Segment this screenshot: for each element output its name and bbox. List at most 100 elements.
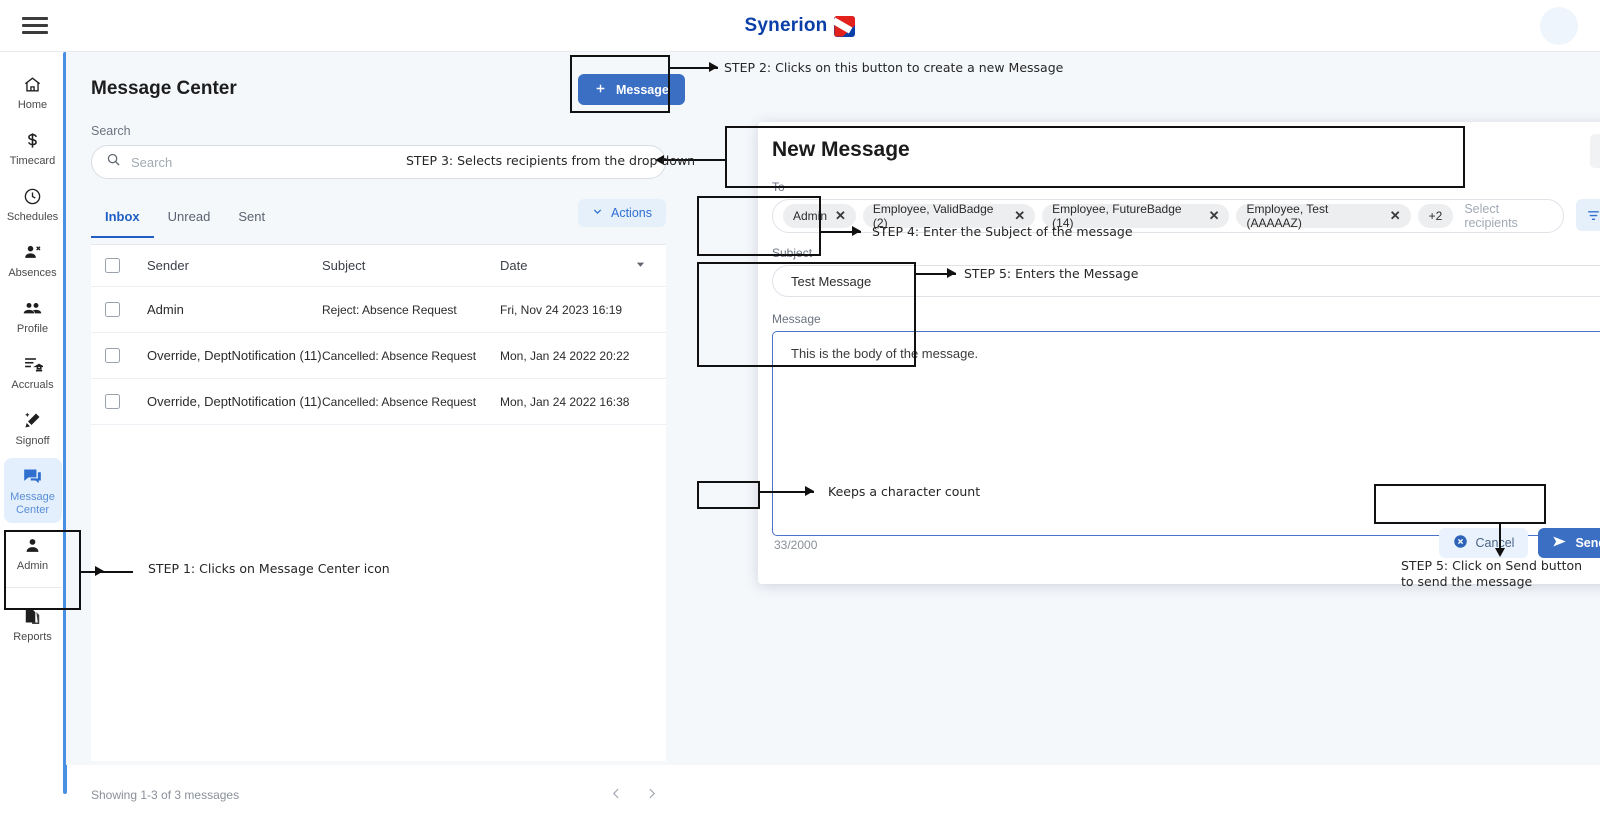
sidebar-item-schedules[interactable]: Schedules [4, 178, 62, 230]
annotation-step5-send-line2: to send the message [1401, 574, 1533, 589]
avatar[interactable] [1540, 7, 1578, 45]
cancel-button[interactable]: Cancel [1438, 528, 1529, 558]
table-row[interactable]: Override, DeptNotification (11) Cancelle… [91, 379, 666, 425]
sidebar-item-accruals[interactable]: Accruals [4, 346, 62, 398]
remove-recipient-icon[interactable]: ✕ [1390, 208, 1401, 224]
cell-sender: Admin [147, 302, 184, 317]
chevron-left-icon[interactable] [610, 787, 623, 803]
row-checkbox[interactable] [105, 348, 120, 363]
sidebar-item-label: Timecard [9, 155, 56, 167]
chat-bubbles-icon [6, 465, 60, 487]
column-header-sender[interactable]: Sender [147, 258, 322, 273]
message-label: Message [772, 312, 821, 326]
annotation-arrow-step1 [95, 566, 104, 576]
annotation-step4: STEP 4: Enter the Subject of the message [872, 224, 1133, 239]
message-field: Message This is the body of the message. [772, 312, 1600, 536]
chevron-right-icon[interactable] [645, 787, 658, 803]
brand-logo: Synerion [0, 0, 1600, 52]
messages-table: Sender Subject Date Admin Reject: Absenc… [91, 245, 666, 761]
table-header: Sender Subject Date [91, 245, 666, 287]
new-message-button[interactable]: Message [578, 74, 685, 105]
send-button[interactable]: Send [1538, 528, 1600, 558]
message-textarea[interactable]: This is the body of the message. [772, 331, 1600, 536]
circle-x-icon [1453, 534, 1468, 552]
synerion-mark-icon [834, 15, 856, 37]
pen-sparkle-icon [6, 409, 60, 431]
annotation-arrow-step5-message [947, 268, 956, 278]
sidebar-item-message-center[interactable]: Message Center [3, 458, 62, 523]
subject-input[interactable]: Test Message [772, 265, 1600, 297]
annotation-arrow-step5-send [1495, 548, 1505, 557]
sidebar-item-label: Accruals [11, 379, 54, 391]
cell-subject: Cancelled: Absence Request [322, 394, 477, 409]
sidebar-item-absences[interactable]: Absences [4, 234, 62, 286]
row-checkbox[interactable] [105, 302, 120, 317]
column-header-date[interactable]: Date [500, 258, 635, 273]
table-row[interactable]: Admin Reject: Absence Request Fri, Nov 2… [91, 287, 666, 333]
table-footer: Showing 1-3 of 3 messages [91, 775, 666, 815]
paper-plane-icon [1552, 534, 1567, 552]
annotation-step3: STEP 3: Selects recipients from the drop… [406, 153, 696, 168]
sidebar-divider [3, 587, 62, 588]
tab-sent[interactable]: Sent [224, 205, 279, 236]
subject-label: Subject [772, 246, 813, 260]
sidebar-item-signoff[interactable]: Signoff [4, 402, 62, 454]
sidebar-item-label: Signoff [15, 435, 50, 447]
close-icon[interactable] [1590, 134, 1600, 168]
select-all-checkbox[interactable] [105, 258, 120, 273]
brand-name: Synerion [744, 15, 828, 36]
recipient-chip[interactable]: Employee, Test (AAAAAZ) ✕ [1236, 202, 1411, 230]
sidebar-item-label: Admin [16, 560, 49, 572]
recipients-placeholder: Select recipients [1464, 202, 1518, 230]
sidebar-item-label: Reports [13, 631, 52, 643]
sidebar-item-label: Home [17, 99, 48, 111]
remove-recipient-icon[interactable]: ✕ [1209, 208, 1220, 224]
filter-icon[interactable] [1576, 199, 1600, 231]
cell-sender: Override, DeptNotification (11) [147, 394, 322, 409]
pagination-controls [610, 787, 658, 803]
annotation-arrow-step4 [852, 226, 861, 236]
recipients-overflow-chip[interactable]: +2 [1417, 204, 1454, 228]
sidebar-item-label: Profile [16, 323, 49, 335]
subject-field: Subject Test Message [772, 246, 1600, 297]
page-content: Message Center Search Search Inbox Unrea… [66, 52, 1600, 802]
annotation-line-step1 [81, 571, 133, 574]
people-icon [6, 297, 60, 319]
actions-button[interactable]: Actions [578, 199, 666, 227]
tab-unread[interactable]: Unread [154, 205, 225, 236]
cell-date: Mon, Jan 24 2022 20:22 [500, 348, 630, 363]
sidebar-item-admin[interactable]: Admin [4, 527, 62, 579]
sidebar-item-profile[interactable]: Profile [4, 290, 62, 342]
remove-recipient-icon[interactable]: ✕ [1014, 208, 1025, 224]
recipient-chip[interactable]: Admin ✕ [783, 204, 856, 228]
sidebar-item-home[interactable]: Home [4, 66, 62, 118]
table-row[interactable]: Override, DeptNotification (11) Cancelle… [91, 333, 666, 379]
actions-label: Actions [611, 206, 652, 220]
plus-icon [594, 82, 607, 98]
top-bar: Synerion [0, 0, 1600, 52]
sidebar-item-label: Schedules [6, 211, 59, 223]
sidebar-item-reports[interactable]: Reports [4, 598, 62, 650]
dialog-actions: Cancel Send [1438, 528, 1600, 558]
person-remove-icon [6, 241, 60, 263]
sort-descending-icon[interactable] [635, 257, 646, 275]
remove-recipient-icon[interactable]: ✕ [835, 208, 846, 224]
annotation-arrow-charcount [805, 486, 814, 496]
annotation-step2: STEP 2: Clicks on this button to create … [724, 60, 1064, 75]
new-message-label: Message [616, 82, 669, 97]
column-header-subject[interactable]: Subject [322, 258, 500, 273]
annotation-arrow-step2 [709, 62, 718, 72]
sidebar-item-label: Absences [8, 267, 57, 279]
sidebar-item-timecard[interactable]: Timecard [4, 122, 62, 174]
hamburger-icon[interactable] [22, 13, 48, 38]
annotation-step5-message: STEP 5: Enters the Message [964, 266, 1139, 281]
list-bank-icon [6, 353, 60, 375]
recipient-name: Employee, Test (AAAAAZ) [1246, 202, 1329, 230]
row-checkbox[interactable] [105, 394, 120, 409]
tab-inbox[interactable]: Inbox [91, 205, 154, 238]
document-copy-icon [6, 605, 60, 627]
sidebar: Home Timecard Schedules Absences Profile… [0, 52, 67, 794]
send-label: Send [1575, 536, 1600, 550]
to-label: To [772, 180, 785, 194]
pagination-status: Showing 1-3 of 3 messages [91, 788, 240, 802]
